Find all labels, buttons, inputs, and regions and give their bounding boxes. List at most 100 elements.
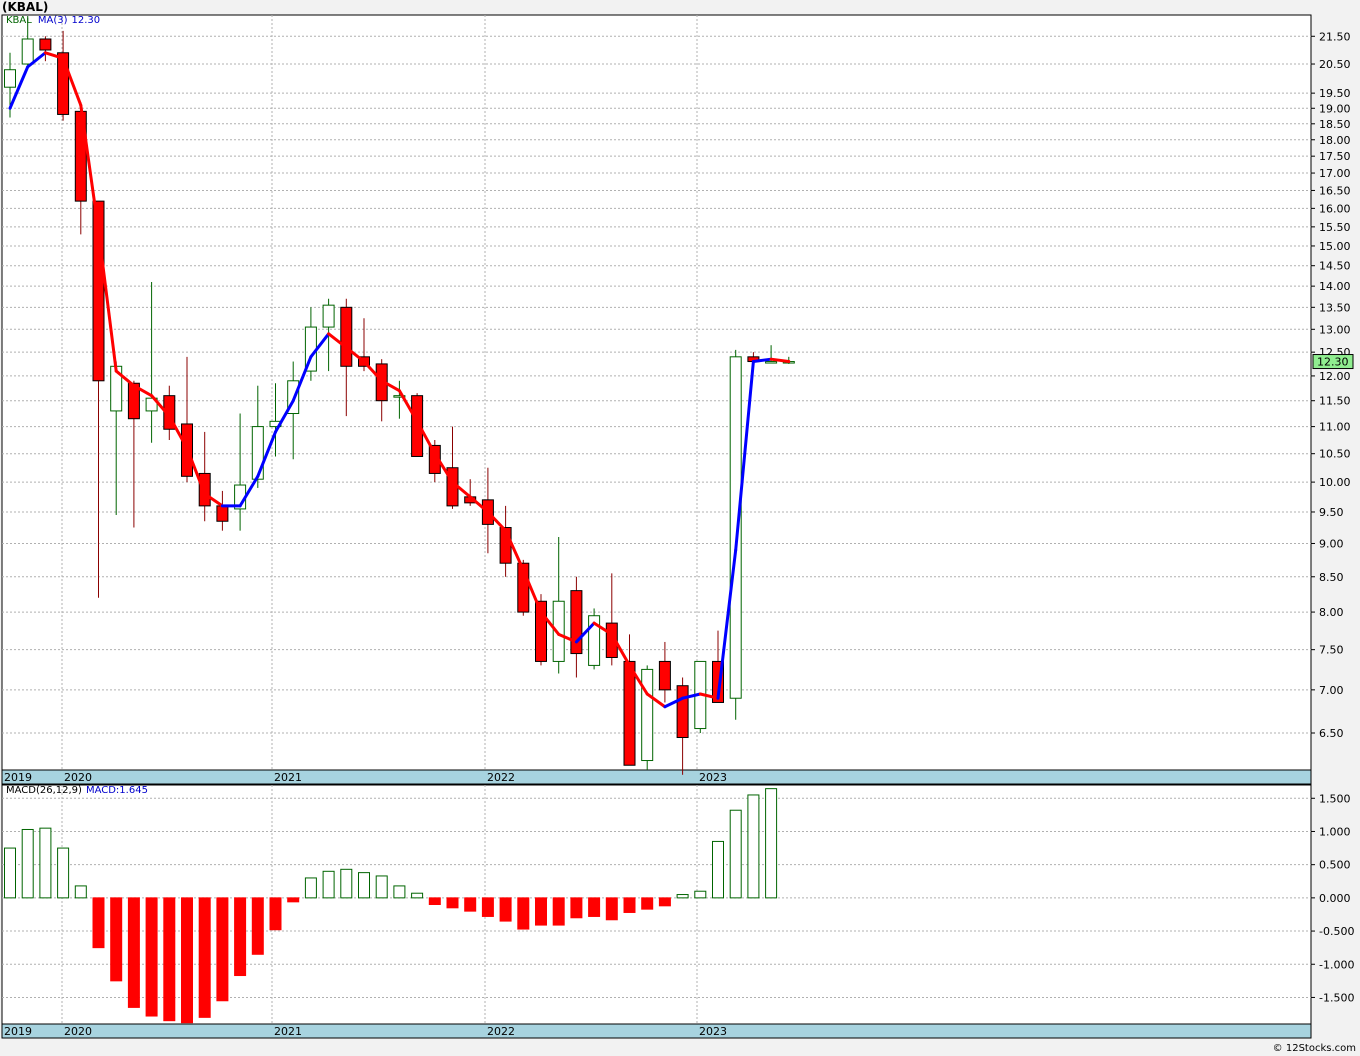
- macd-bar: [446, 897, 459, 909]
- price-x-label: 2023: [699, 771, 727, 784]
- chart-canvas: 6.50 7.00 7.50 8.00 8.50 9.00 9.50 10.00 10.50 11…: [1, 14, 1354, 1039]
- macd-bar: [605, 897, 618, 921]
- macd-bar: [676, 894, 689, 899]
- macd-bar: [588, 897, 601, 917]
- price-tick-label: 7.50: [1319, 644, 1344, 657]
- price-tick-label: 19.50: [1319, 87, 1351, 100]
- candle-body: [765, 361, 778, 364]
- price-tick-label: 15.00: [1319, 240, 1351, 253]
- macd-bar: [747, 794, 760, 899]
- candle-body: [658, 660, 671, 691]
- price-tick-label: 11.50: [1319, 395, 1351, 408]
- macd-bar: [358, 872, 370, 899]
- price-x-label: 2020: [64, 771, 92, 784]
- macd-bar: [304, 877, 317, 899]
- macd-bar: [694, 890, 707, 899]
- macd-tick-label: 1.500: [1319, 792, 1351, 805]
- macd-legend-value: MACD:1.645: [85, 785, 148, 796]
- macd-bar: [198, 897, 211, 1018]
- macd-bar: [729, 809, 742, 899]
- macd-bar: [4, 847, 16, 899]
- macd-bar: [411, 892, 424, 899]
- price-tick-label: 16.00: [1319, 202, 1351, 215]
- macd-bar: [287, 897, 300, 903]
- macd-bar: [623, 897, 636, 913]
- macd-bar: [74, 885, 87, 899]
- legend-symbol: KBAL: [6, 15, 32, 26]
- price-tick-label: 13.00: [1319, 323, 1351, 336]
- macd-bar: [428, 897, 441, 905]
- macd-bar: [535, 897, 547, 926]
- price-x-axis-band: [1, 769, 1312, 785]
- macd-bar: [110, 897, 123, 982]
- candle-body: [641, 668, 654, 762]
- macd-bar: [216, 897, 229, 1002]
- macd-tick-label: 1.000: [1319, 825, 1351, 838]
- candle-body: [216, 505, 229, 522]
- macd-bar: [92, 897, 105, 949]
- macd-bar: [552, 897, 565, 926]
- macd-bar: [234, 897, 247, 977]
- price-tick-label: 19.00: [1319, 102, 1351, 115]
- price-panel: [1, 14, 1312, 771]
- price-tick-label: 15.50: [1319, 221, 1351, 234]
- price-x-label: 2021: [274, 771, 302, 784]
- last-price-label: 12.30: [1317, 356, 1349, 369]
- macd-bar: [375, 875, 388, 899]
- legend-ma-value: 12.30: [71, 15, 101, 26]
- macd-panel: [1, 784, 1312, 1025]
- macd-bar: [393, 885, 406, 899]
- price-tick-label: 8.00: [1319, 606, 1344, 619]
- macd-bar: [57, 847, 70, 899]
- macd-bar: [765, 788, 778, 899]
- macd-x-label: 2023: [699, 1025, 727, 1038]
- macd-legend-label: MACD(26,12,9): [6, 785, 82, 796]
- macd-bar: [251, 897, 264, 955]
- price-x-label: 2019: [4, 771, 32, 784]
- price-tick-label: 18.00: [1319, 134, 1351, 147]
- candle-body: [570, 590, 583, 655]
- price-tick-label: 17.50: [1319, 150, 1351, 163]
- candle-body: [729, 356, 742, 699]
- macd-tick-label: -0.500: [1319, 925, 1354, 938]
- macd-tick-label: 0.500: [1319, 859, 1351, 872]
- macd-bar: [163, 897, 176, 1022]
- price-tick-label: 9.00: [1319, 537, 1344, 550]
- macd-bar: [21, 828, 34, 899]
- price-tick-label: 10.50: [1319, 448, 1351, 461]
- macd-x-label: 2022: [487, 1025, 515, 1038]
- candle-body: [4, 69, 16, 88]
- macd-x-label: 2021: [274, 1025, 302, 1038]
- candle-body: [340, 306, 353, 367]
- macd-x-label: 2019: [4, 1025, 32, 1038]
- macd-legend: MACD(26,12,9) MACD:1.645: [6, 785, 148, 796]
- chart-title: (KBAL): [2, 0, 49, 14]
- price-tick-label: 14.00: [1319, 280, 1351, 293]
- price-tick-label: 7.00: [1319, 684, 1344, 697]
- candle-body: [39, 38, 52, 51]
- macd-bar: [322, 870, 335, 899]
- price-tick-label: 16.50: [1319, 184, 1351, 197]
- macd-bar: [570, 897, 583, 919]
- macd-bar: [499, 897, 512, 922]
- price-tick-label: 18.50: [1319, 118, 1351, 131]
- macd-bar: [641, 897, 654, 910]
- candle-body: [251, 426, 264, 480]
- copyright: © 12Stocks.com: [1272, 1043, 1356, 1054]
- price-tick-label: 8.50: [1319, 571, 1344, 584]
- macd-bar: [340, 868, 353, 899]
- macd-bar: [712, 840, 724, 899]
- price-x-label: 2022: [487, 771, 515, 784]
- macd-bar: [517, 897, 530, 930]
- price-legend: KBAL MA(3) 12.30: [6, 15, 100, 26]
- price-tick-label: 14.50: [1319, 260, 1351, 273]
- price-tick-label: 17.00: [1319, 167, 1351, 180]
- macd-x-axis-band: [1, 1023, 1312, 1039]
- macd-tick-label: -1.500: [1319, 991, 1354, 1004]
- macd-bar: [269, 897, 282, 931]
- candle-body: [322, 304, 335, 328]
- macd-bar: [145, 897, 158, 1017]
- legend-ma-label: MA(3): [37, 15, 68, 26]
- macd-bar: [181, 897, 193, 1024]
- price-tick-label: 21.50: [1319, 30, 1351, 43]
